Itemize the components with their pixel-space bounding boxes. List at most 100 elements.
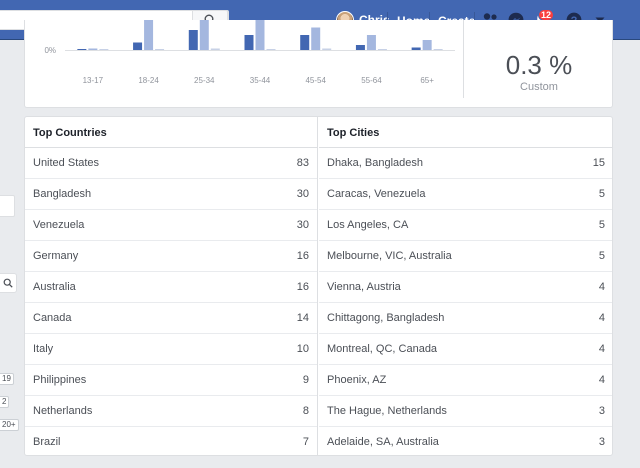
- top-cities-heading: Top Cities: [319, 117, 612, 148]
- table-row: Bangladesh 30: [25, 179, 317, 210]
- x-tick-label: 35-44: [250, 76, 271, 85]
- age-bar-chart: 0% 13-17 18-24 25-34 35-44 45-54 55-64 65+: [44, 20, 455, 85]
- row-value: 9: [302, 374, 309, 386]
- chart-divider: [463, 20, 464, 98]
- row-value: 4: [598, 374, 605, 386]
- row-label: Venezuela: [33, 219, 85, 231]
- sidebar-count-badge: 19: [0, 373, 14, 385]
- age-bar: [255, 20, 265, 50]
- age-bar: [133, 42, 143, 50]
- table-row: Melbourne, VIC, Australia 5: [319, 241, 612, 272]
- age-bar: [244, 35, 254, 50]
- sidebar-count-badge: 2: [0, 396, 10, 408]
- row-label: Dhaka, Bangladesh: [327, 157, 424, 169]
- row-label: Canada: [33, 312, 72, 324]
- row-value: 4: [598, 343, 605, 355]
- row-value: 5: [598, 219, 605, 231]
- age-bar: [88, 48, 98, 50]
- row-label: Chittagong, Bangladesh: [327, 312, 445, 324]
- table-row: The Hague, Netherlands 3: [319, 396, 612, 427]
- age-bar: [155, 49, 165, 50]
- x-tick-label: 55-64: [361, 76, 382, 85]
- x-tick-label: 25-34: [194, 76, 215, 85]
- age-bar: [322, 48, 332, 50]
- row-label: Melbourne, VIC, Australia: [327, 250, 452, 262]
- age-bar: [266, 49, 276, 50]
- table-row: Australia 16: [25, 272, 317, 303]
- age-bar: [422, 40, 432, 50]
- row-value: 3: [598, 405, 605, 417]
- age-bar: [77, 49, 87, 50]
- age-bar: [311, 27, 321, 50]
- age-bar: [188, 30, 198, 50]
- row-value: 4: [598, 281, 605, 293]
- table-row: Netherlands 8: [25, 396, 317, 427]
- row-value: 8: [302, 405, 309, 417]
- row-label: Phoenix, AZ: [327, 374, 387, 386]
- sidebar-search-button[interactable]: [0, 273, 17, 293]
- search-icon: [3, 278, 13, 288]
- age-bar: [377, 49, 387, 50]
- row-value: 83: [296, 157, 309, 169]
- age-bar: [411, 47, 421, 50]
- row-value: 30: [296, 188, 309, 200]
- x-tick-label: 13-17: [83, 76, 104, 85]
- top-countries-table: Top Countries United States 83 Bangladesh 3…: [25, 117, 318, 455]
- row-label: Bangladesh: [33, 188, 92, 200]
- table-row: Adelaide, SA, Australia 3: [319, 427, 612, 455]
- row-label: Adelaide, SA, Australia: [327, 436, 439, 448]
- row-label: Philippines: [33, 374, 87, 386]
- row-label: Montreal, QC, Canada: [327, 343, 438, 355]
- age-distribution-card: 0% 13-17 18-24 25-34 35-44 45-54 55-64 65+ 0.3 …: [24, 20, 613, 108]
- row-label: Vienna, Austria: [327, 281, 401, 293]
- row-label: United States: [33, 157, 100, 169]
- table-row: Montreal, QC, Canada 4: [319, 334, 612, 365]
- top-cities-table: Top Cities Dhaka, Bangladesh 15 Caracas, V…: [319, 117, 612, 455]
- row-value: 16: [296, 250, 309, 262]
- row-label: Caracas, Venezuela: [327, 188, 426, 200]
- sidebar-count-badge: 20+: [0, 419, 19, 431]
- table-row: Brazil 7: [25, 427, 317, 455]
- row-value: 16: [296, 281, 309, 293]
- row-label: Los Angeles, CA: [327, 219, 409, 231]
- table-row: Caracas, Venezuela 5: [319, 179, 612, 210]
- table-row: Phoenix, AZ 4: [319, 365, 612, 396]
- top-countries-rows: United States 83 Bangladesh 30 Venezuela 30 Ge…: [25, 148, 317, 455]
- table-row: Chittagong, Bangladesh 4: [319, 303, 612, 334]
- age-bar: [210, 48, 220, 50]
- table-row: Canada 14: [25, 303, 317, 334]
- row-value: 5: [598, 250, 605, 262]
- row-value: 10: [296, 343, 309, 355]
- row-label: Netherlands: [33, 405, 93, 417]
- row-value: 3: [598, 436, 605, 448]
- row-label: Germany: [33, 250, 79, 262]
- row-value: 15: [592, 157, 605, 169]
- age-bar: [366, 35, 376, 50]
- row-value: 4: [598, 312, 605, 324]
- age-bar: [199, 20, 209, 50]
- summary-label: Custom: [520, 81, 558, 93]
- row-value: 30: [296, 219, 309, 231]
- row-value: 5: [598, 188, 605, 200]
- age-bar: [433, 49, 443, 50]
- sidebar-field[interactable]: [0, 195, 15, 217]
- age-bar: [300, 35, 310, 50]
- age-bar: [99, 49, 109, 50]
- table-row: Philippines 9: [25, 365, 317, 396]
- table-row: Vienna, Austria 4: [319, 272, 612, 303]
- table-row: Venezuela 30: [25, 210, 317, 241]
- table-row: Germany 16: [25, 241, 317, 272]
- table-row: Los Angeles, CA 5: [319, 210, 612, 241]
- row-label: Australia: [33, 281, 76, 293]
- row-value: 14: [296, 312, 309, 324]
- table-row: United States 83: [25, 148, 317, 179]
- summary-percentage: 0.3 %: [505, 50, 573, 80]
- table-row: Dhaka, Bangladesh 15: [319, 148, 612, 179]
- row-label: Brazil: [33, 436, 61, 448]
- x-tick-label: 65+: [420, 76, 434, 85]
- top-countries-heading: Top Countries: [25, 117, 317, 148]
- age-bar: [144, 20, 154, 50]
- top-locations-card: Top Countries United States 83 Bangladesh 3…: [24, 116, 613, 456]
- row-label: Italy: [33, 343, 54, 355]
- x-tick-label: 18-24: [138, 76, 159, 85]
